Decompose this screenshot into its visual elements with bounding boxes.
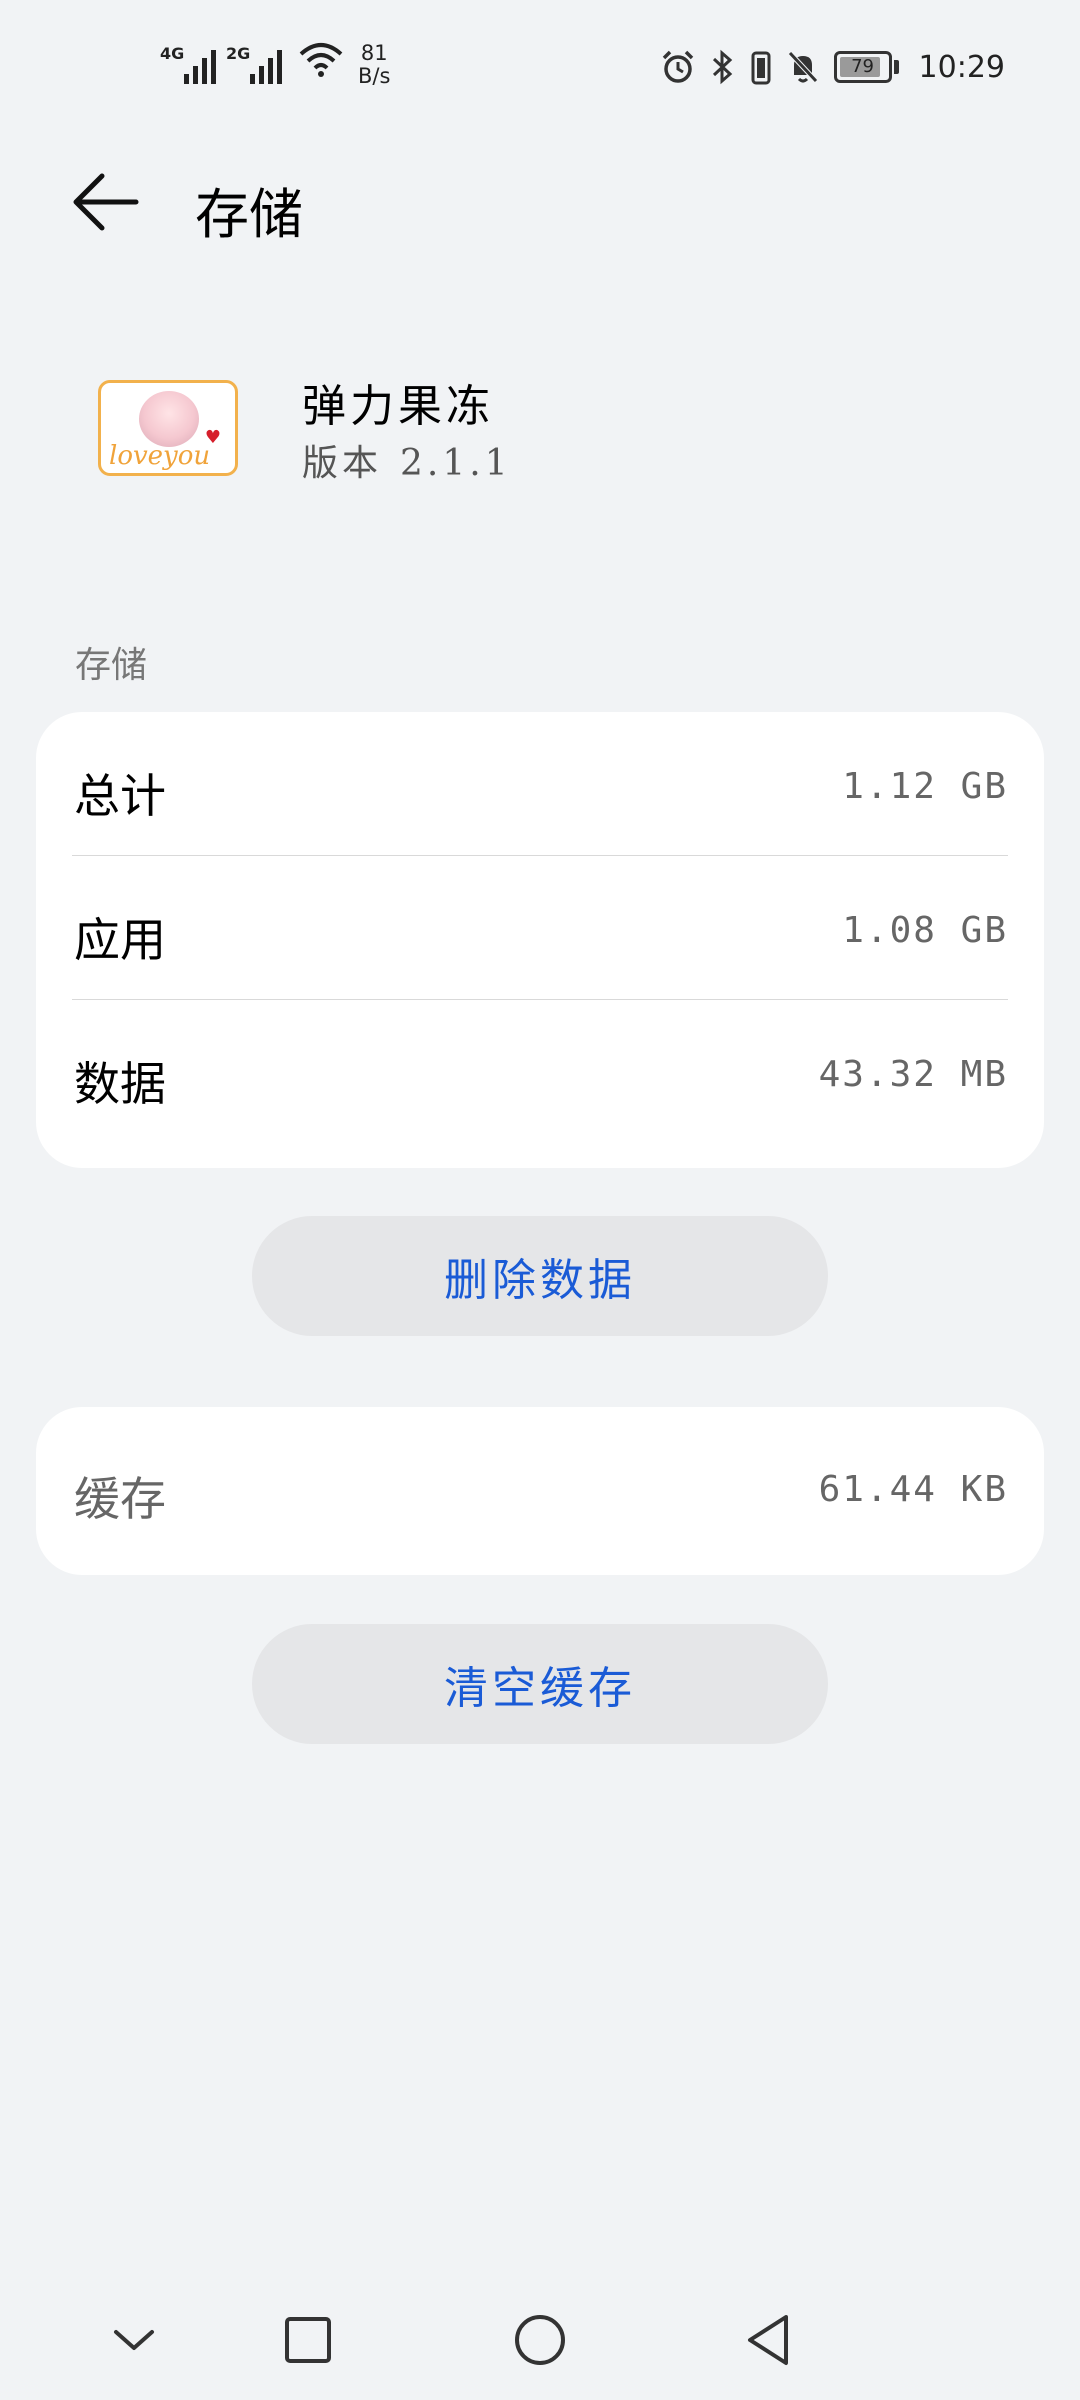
row-label: 数据 [74,1057,166,1111]
app-info: ♥ loveyou 弹力果冻 版本 2.1.1 [0,370,1080,500]
storage-row-total: 总计 1.12 GB [36,712,1044,856]
page-title: 存储 [195,183,303,246]
back-arrow-icon[interactable] [62,162,152,242]
clock: 10:29 [918,49,1005,85]
storage-row-data: 数据 43.32 MB [36,1000,1044,1144]
network-type-2: 2G [226,44,251,63]
signal-bars-icon [250,44,282,84]
clear-cache-button[interactable]: 清空缓存 [252,1624,828,1744]
row-value: 1.12 GB [842,766,1008,807]
network-speed-unit: B/s [358,64,391,88]
app-bar: 存储 [0,150,1080,250]
cellular-signal-1: 4G [160,40,216,84]
mute-bell-icon [787,51,818,83]
network-speed: 81 B/s [358,42,390,88]
home-circle-icon[interactable] [510,2310,570,2370]
app-name: 弹力果冻 [302,381,494,432]
cache-value: 61.44 KB [818,1469,1008,1510]
row-label: 总计 [74,769,166,823]
status-bar: 4G 2G 81 B/s 79 10:29 [0,0,1080,130]
battery-cap [893,60,899,74]
network-type-1: 4G [160,44,185,63]
version-label: 版本 [302,443,383,484]
cache-card: 缓存 61.44 KB [36,1407,1044,1575]
recents-square-icon[interactable] [278,2310,338,2370]
wifi-icon [299,43,343,77]
cellular-signal-2: 2G [226,40,282,84]
cache-label: 缓存 [74,1472,166,1526]
storage-section-label: 存储 [75,645,148,686]
alarm-icon [662,50,693,83]
system-nav-bar [0,2290,1080,2390]
chevron-down-icon[interactable] [104,2310,164,2370]
storage-card: 总计 1.12 GB 应用 1.08 GB 数据 43.32 MB [36,712,1044,1168]
vibrate-icon [751,51,771,85]
back-triangle-icon[interactable] [738,2310,798,2370]
delete-data-button[interactable]: 删除数据 [252,1216,828,1336]
signal-bars-icon [184,44,216,84]
network-speed-value: 81 [360,41,388,65]
app-icon-text: loveyou [109,441,211,471]
app-version: 版本 2.1.1 [302,434,512,486]
bluetooth-icon [712,49,732,85]
app-icon: ♥ loveyou [98,380,238,476]
battery-percent: 79 [851,56,874,77]
version-value: 2.1.1 [400,443,512,484]
row-value: 1.08 GB [842,910,1008,951]
row-label: 应用 [74,913,166,967]
storage-row-app: 应用 1.08 GB [36,856,1044,1000]
battery-icon: 79 [833,51,892,83]
row-value: 43.32 MB [818,1054,1008,1095]
